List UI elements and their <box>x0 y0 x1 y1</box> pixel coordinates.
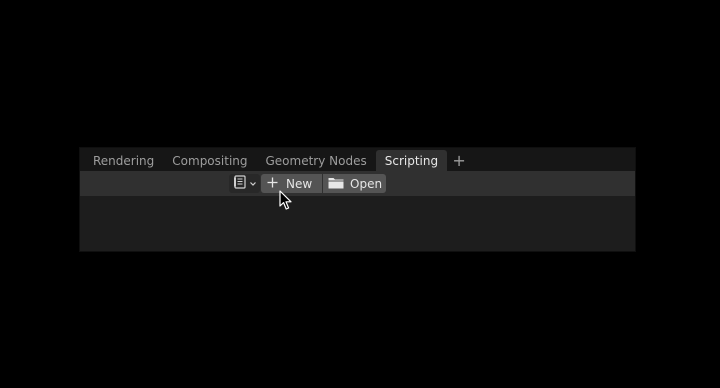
tab-geometry-nodes[interactable]: Geometry Nodes <box>257 150 376 171</box>
tab-rendering[interactable]: Rendering <box>84 150 163 171</box>
tab-label: Scripting <box>384 153 439 168</box>
open-text-button[interactable]: Open <box>323 174 386 193</box>
text-editor-header: New Open <box>80 171 635 196</box>
text-file-buttons: New Open <box>261 174 386 193</box>
folder-icon <box>328 176 344 192</box>
open-button-label: Open <box>350 176 383 191</box>
new-button-label: New <box>286 176 313 191</box>
plus-icon: + <box>452 151 466 170</box>
tab-label: Compositing <box>172 153 248 168</box>
new-text-button[interactable]: New <box>261 174 322 193</box>
tab-label: Rendering <box>93 153 155 168</box>
blender-window: Rendering Compositing Geometry Nodes Scr… <box>79 147 636 252</box>
tab-label: Geometry Nodes <box>265 153 367 168</box>
tab-compositing[interactable]: Compositing <box>163 150 256 171</box>
tab-scripting[interactable]: Scripting <box>375 150 448 171</box>
plus-icon <box>267 177 278 191</box>
text-editor-area[interactable] <box>80 196 635 251</box>
chevron-down-icon <box>249 180 257 188</box>
text-editor-icon <box>233 174 247 193</box>
workspace-tab-bar: Rendering Compositing Geometry Nodes Scr… <box>80 148 635 171</box>
editor-type-dropdown[interactable] <box>229 174 260 193</box>
add-workspace-button[interactable]: + <box>448 150 470 171</box>
